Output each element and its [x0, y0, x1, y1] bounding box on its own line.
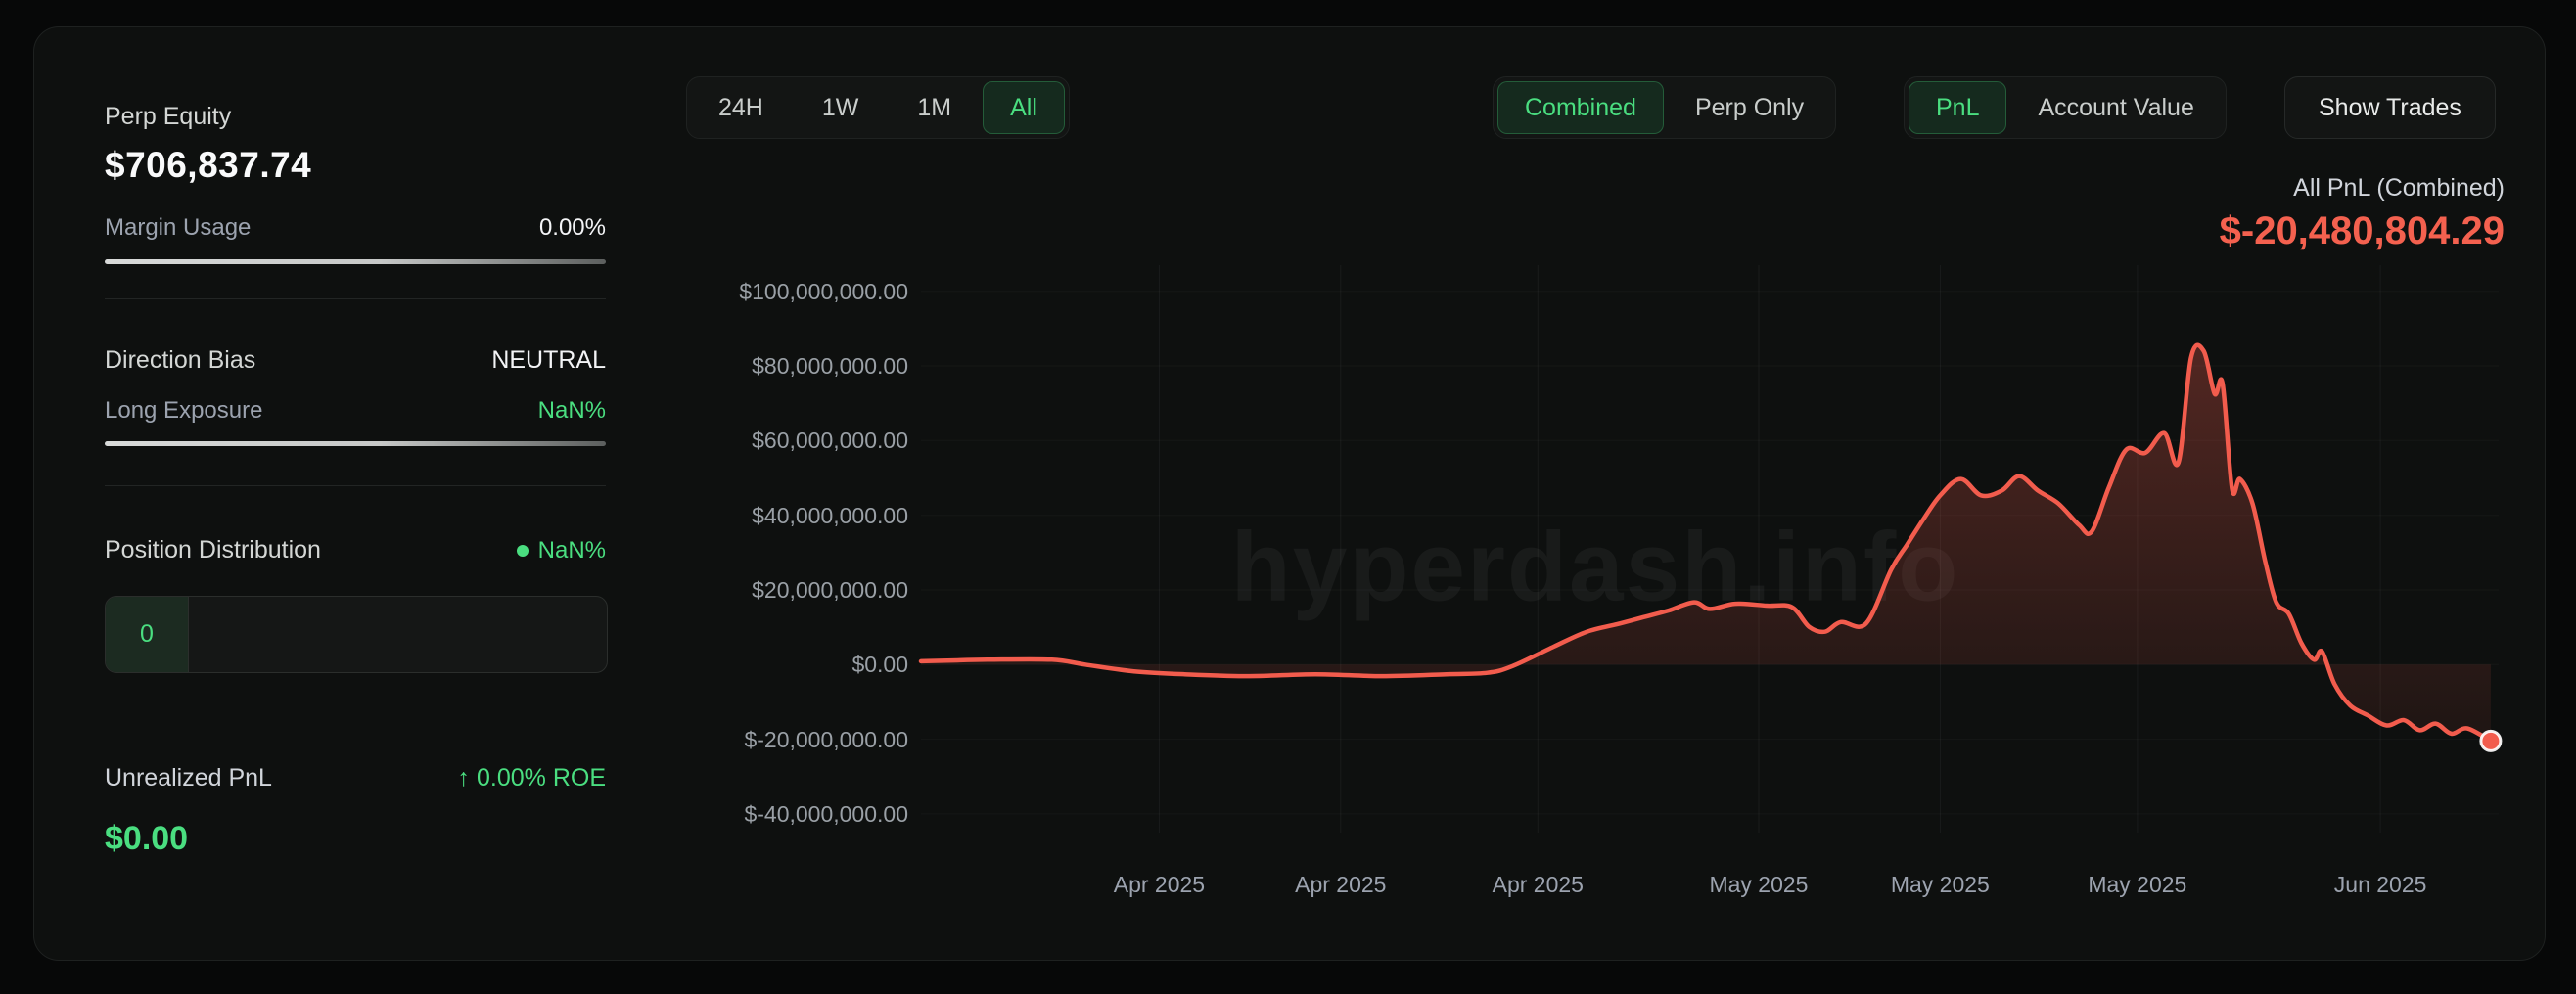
chart-x-axis: Apr 2025 Apr 2025 Apr 2025 May 2025 May 2025… — [921, 872, 2499, 911]
green-dot-icon — [517, 545, 529, 557]
x-tick-label: Apr 2025 — [1493, 872, 1584, 898]
unrealized-pnl-roe: ↑ 0.00% ROE — [458, 764, 606, 792]
mode-button-combined[interactable]: Combined — [1497, 81, 1664, 134]
dashboard-card: Perp Equity $706,837.74 Margin Usage 0.0… — [33, 26, 2546, 961]
pnl-area-chart[interactable] — [921, 265, 2499, 833]
x-tick-label: May 2025 — [1891, 872, 1990, 898]
roe-value: 0.00% ROE — [477, 764, 606, 791]
view-button-pnl[interactable]: PnL — [1909, 81, 2006, 134]
range-button-all[interactable]: All — [983, 81, 1065, 134]
y-tick-label: $-40,000,000.00 — [744, 801, 908, 828]
position-distribution-label: Position Distribution — [105, 536, 321, 565]
y-tick-label: $80,000,000.00 — [752, 353, 908, 380]
divider — [105, 485, 606, 486]
direction-bias-row: Direction Bias NEUTRAL — [105, 346, 606, 375]
position-distribution-box: 0 — [105, 596, 608, 673]
y-tick-label: $-20,000,000.00 — [744, 727, 908, 753]
x-tick-label: Jun 2025 — [2334, 872, 2427, 898]
chart-y-axis: $100,000,000.00 $80,000,000.00 $60,000,000… — [615, 27, 908, 960]
y-tick-label: $100,000,000.00 — [739, 279, 908, 305]
y-tick-label: $60,000,000.00 — [752, 428, 908, 454]
mode-button-perp-only[interactable]: Perp Only — [1668, 81, 1831, 134]
show-trades-button[interactable]: Show Trades — [2284, 76, 2496, 139]
position-distribution-zero-cell: 0 — [106, 597, 189, 672]
margin-usage-row: Margin Usage 0.00% — [105, 214, 606, 242]
y-tick-label: $40,000,000.00 — [752, 503, 908, 529]
position-distribution-row: Position Distribution NaN% — [105, 536, 606, 565]
unrealized-pnl-row: Unrealized PnL ↑ 0.00% ROE — [105, 764, 606, 792]
margin-usage-value: 0.00% — [539, 214, 606, 242]
last-point-marker — [2481, 731, 2501, 750]
margin-usage-bar — [105, 259, 606, 264]
perp-equity-value: $706,837.74 — [105, 145, 606, 186]
y-tick-label: $0.00 — [851, 652, 908, 678]
direction-bias-label: Direction Bias — [105, 346, 255, 375]
long-exposure-value: NaN% — [538, 397, 606, 425]
x-tick-label: May 2025 — [2088, 872, 2186, 898]
unrealized-pnl-label: Unrealized PnL — [105, 764, 272, 792]
position-distribution-value: NaN% — [538, 537, 606, 564]
margin-usage-label: Margin Usage — [105, 214, 251, 242]
pnl-header-value: $-20,480,804.29 — [2220, 209, 2505, 253]
divider — [105, 298, 606, 299]
unrealized-pnl-value: $0.00 — [105, 820, 606, 858]
direction-bias-value: NEUTRAL — [491, 346, 606, 375]
dashboard-screen: Perp Equity $706,837.74 Margin Usage 0.0… — [0, 0, 2576, 994]
pnl-area-fill — [921, 345, 2491, 742]
pnl-header-label: All PnL (Combined) — [2293, 174, 2505, 203]
combine-mode-group: CombinedPerp Only — [1493, 76, 1836, 139]
roe-up-arrow-icon: ↑ — [458, 764, 471, 791]
perp-equity-label: Perp Equity — [105, 103, 606, 131]
chart-view-group: PnLAccount Value — [1904, 76, 2227, 139]
x-tick-label: May 2025 — [1709, 872, 1808, 898]
long-exposure-bar — [105, 441, 606, 446]
x-tick-label: Apr 2025 — [1295, 872, 1386, 898]
y-tick-label: $20,000,000.00 — [752, 577, 908, 604]
view-button-account-value[interactable]: Account Value — [2010, 81, 2221, 134]
x-tick-label: Apr 2025 — [1114, 872, 1205, 898]
position-distribution-value-wrap: NaN% — [517, 537, 606, 565]
long-exposure-row: Long Exposure NaN% — [105, 397, 606, 425]
long-exposure-label: Long Exposure — [105, 397, 262, 425]
